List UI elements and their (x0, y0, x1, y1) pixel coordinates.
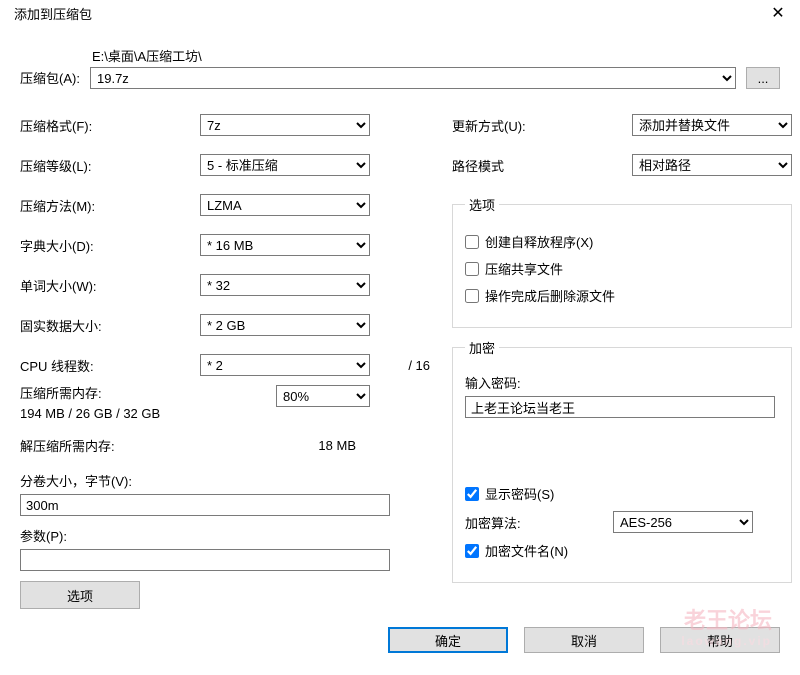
compress-shared-checkbox[interactable] (465, 262, 479, 276)
archive-filename-select[interactable]: 19.7z (90, 67, 736, 89)
archive-path: E:\桌面\A压缩工坊\ (90, 46, 736, 65)
delete-after-label: 操作完成后删除源文件 (485, 286, 615, 305)
threads-total: / 16 (378, 358, 434, 373)
password-label: 输入密码: (465, 373, 779, 392)
update-label: 更新方式(U): (452, 116, 632, 135)
params-label: 参数(P): (20, 526, 434, 545)
method-select[interactable]: LZMA (200, 194, 370, 216)
create-sfx-checkbox[interactable] (465, 235, 479, 249)
password-input[interactable] (465, 396, 775, 418)
mem-decomp-label: 解压缩所需内存: (20, 436, 200, 455)
level-label: 压缩等级(L): (20, 156, 200, 175)
options-button[interactable]: 选项 (20, 581, 140, 609)
encrypt-fieldset: 加密 输入密码: 显示密码(S) 加密算法: AES-256 加密文件名(N) (452, 338, 792, 583)
options-fieldset: 选项 创建自释放程序(X) 压缩共享文件 操作完成后删除源文件 (452, 195, 792, 328)
window-title: 添加到压缩包 (14, 4, 92, 23)
cancel-button[interactable]: 取消 (524, 627, 644, 653)
threads-select[interactable]: * 2 (200, 354, 370, 376)
create-sfx-label: 创建自释放程序(X) (485, 232, 593, 251)
format-select[interactable]: 7z (200, 114, 370, 136)
enc-alg-label: 加密算法: (465, 513, 605, 532)
volume-label: 分卷大小，字节(V): (20, 471, 434, 490)
delete-after-checkbox[interactable] (465, 289, 479, 303)
wordsize-label: 单词大小(W): (20, 276, 200, 295)
dictsize-label: 字典大小(D): (20, 236, 200, 255)
wordsize-select[interactable]: * 32 (200, 274, 370, 296)
encrypt-names-label: 加密文件名(N) (485, 541, 568, 560)
volume-input[interactable] (20, 494, 390, 516)
compress-shared-label: 压缩共享文件 (485, 259, 563, 278)
ok-button[interactable]: 确定 (388, 627, 508, 653)
browse-button[interactable]: ... (746, 67, 780, 89)
show-password-label: 显示密码(S) (485, 484, 554, 503)
mem-comp-sub: 194 MB / 26 GB / 32 GB (20, 405, 200, 423)
show-password-checkbox[interactable] (465, 487, 479, 501)
level-select[interactable]: 5 - 标准压缩 (200, 154, 370, 176)
pathmode-label: 路径模式 (452, 156, 632, 175)
solid-select[interactable]: * 2 GB (200, 314, 370, 336)
mem-comp-label: 压缩所需内存: (20, 385, 200, 403)
enc-alg-select[interactable]: AES-256 (613, 511, 753, 533)
format-label: 压缩格式(F): (20, 116, 200, 135)
dictsize-select[interactable]: * 16 MB (200, 234, 370, 256)
threads-label: CPU 线程数: (20, 356, 200, 375)
method-label: 压缩方法(M): (20, 196, 200, 215)
update-select[interactable]: 添加并替换文件 (632, 114, 792, 136)
params-input[interactable] (20, 549, 390, 571)
encrypt-legend: 加密 (465, 338, 499, 357)
solid-label: 固实数据大小: (20, 316, 200, 335)
encrypt-names-checkbox[interactable] (465, 544, 479, 558)
pathmode-select[interactable]: 相对路径 (632, 154, 792, 176)
mem-decomp-value: 18 MB (200, 438, 370, 453)
archive-label: 压缩包(A): (20, 68, 80, 89)
options-legend: 选项 (465, 195, 499, 214)
close-icon[interactable]: ✕ (764, 3, 792, 23)
help-button[interactable]: 帮助 (660, 627, 780, 653)
mem-comp-select[interactable]: 80% (276, 385, 370, 407)
